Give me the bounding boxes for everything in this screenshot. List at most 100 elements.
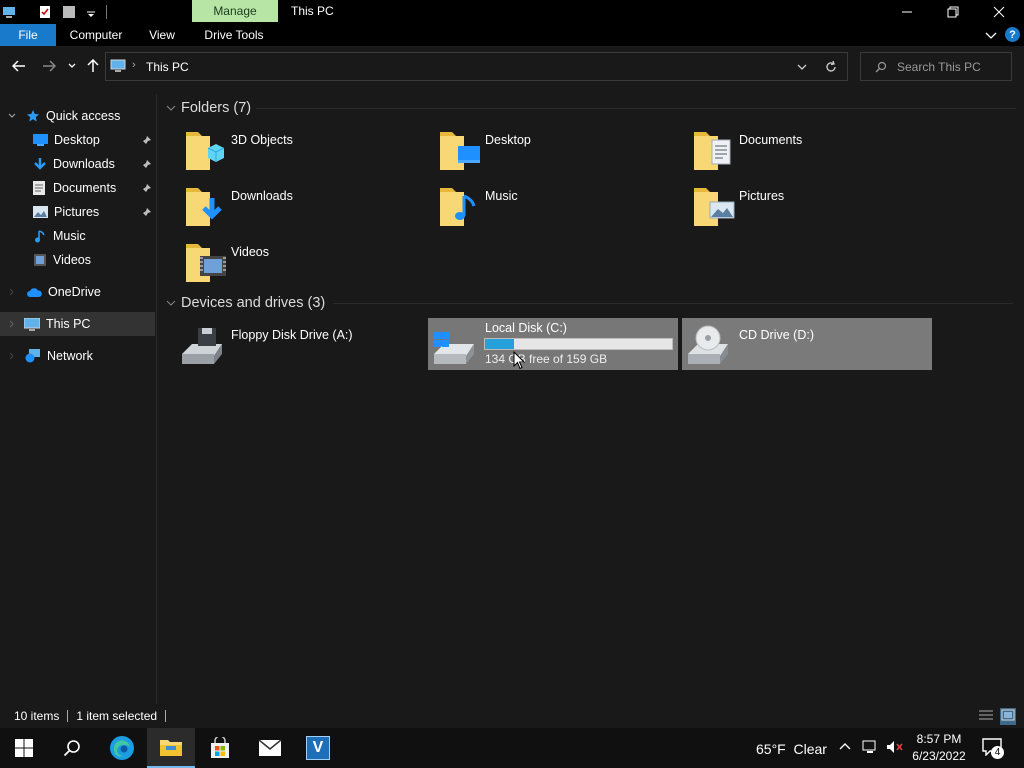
folder-label: Desktop xyxy=(485,133,531,147)
app-v-button[interactable]: V xyxy=(294,728,342,768)
drive-local-c[interactable]: Local Disk (C:) 134 GB free of 159 GB xyxy=(428,318,678,370)
sidebar-item-music[interactable]: Music xyxy=(0,224,155,248)
sidebar-item-documents[interactable]: Documents xyxy=(0,176,155,200)
sidebar-item-quick-access[interactable]: Quick access xyxy=(0,104,155,128)
mail-button[interactable] xyxy=(246,728,294,768)
minimize-button[interactable] xyxy=(884,0,930,24)
up-button[interactable] xyxy=(83,56,103,76)
clock[interactable]: 8:57 PM 6/23/2022 xyxy=(912,731,966,765)
chevron-right-icon xyxy=(9,288,14,296)
drive-floppy-a[interactable]: Floppy Disk Drive (A:) xyxy=(176,320,416,370)
restore-button[interactable] xyxy=(930,0,976,24)
start-button[interactable] xyxy=(0,728,48,768)
details-view-button[interactable] xyxy=(978,709,994,724)
back-button[interactable] xyxy=(9,56,29,76)
pin-icon xyxy=(143,208,151,216)
help-button[interactable]: ? xyxy=(1005,27,1020,42)
toolbar-divider xyxy=(106,5,107,19)
sidebar-item-desktop[interactable]: Desktop xyxy=(0,128,155,152)
drives-section-header[interactable]: Devices and drives (3) xyxy=(166,295,325,311)
app-v-icon: V xyxy=(306,736,330,760)
folder-pictures-icon xyxy=(694,188,735,226)
folder-3d-objects[interactable]: 3D Objects xyxy=(182,126,412,176)
customize-dropdown-icon[interactable] xyxy=(84,5,98,19)
windows-logo-icon xyxy=(15,739,33,757)
pin-icon xyxy=(143,136,151,144)
refresh-icon xyxy=(826,60,836,72)
mail-icon xyxy=(258,739,282,756)
tab-manage[interactable]: Manage xyxy=(192,0,278,22)
show-hidden-icons-button[interactable] xyxy=(838,739,852,756)
store-button[interactable] xyxy=(196,728,244,768)
tab-computer[interactable]: Computer xyxy=(62,24,130,46)
drive-cd-d[interactable]: CD Drive (D:) xyxy=(682,318,932,370)
network-tray-button[interactable] xyxy=(862,740,880,757)
search-taskbar-button[interactable] xyxy=(48,728,96,768)
sidebar-item-network[interactable]: Network xyxy=(0,344,155,368)
properties-icon[interactable] xyxy=(38,5,52,19)
new-folder-icon[interactable] xyxy=(62,5,76,19)
folder-3d-objects-icon xyxy=(186,132,225,170)
chevron-down-icon xyxy=(166,105,176,111)
restore-icon xyxy=(947,6,959,18)
chevron-down-icon xyxy=(985,32,997,39)
folder-music[interactable]: Music xyxy=(436,182,666,232)
folder-documents[interactable]: Documents xyxy=(690,126,920,176)
sidebar-item-downloads[interactable]: Downloads xyxy=(0,152,155,176)
arrow-left-icon xyxy=(12,60,25,72)
quick-access-toolbar xyxy=(0,0,107,24)
weather-widget[interactable]: 65°F Clear xyxy=(756,741,827,757)
arrow-up-icon xyxy=(87,59,99,72)
volume-button[interactable] xyxy=(886,740,904,757)
chevron-down-icon xyxy=(8,113,16,118)
sidebar-item-this-pc[interactable]: This PC xyxy=(0,312,155,336)
folder-downloads-icon xyxy=(186,188,222,226)
close-button[interactable] xyxy=(976,0,1022,24)
edge-button[interactable] xyxy=(98,728,146,768)
folder-videos[interactable]: Videos xyxy=(182,238,412,288)
chevron-right-icon xyxy=(9,352,14,360)
close-icon xyxy=(993,6,1005,18)
file-explorer-button[interactable] xyxy=(147,728,195,768)
address-dropdown-button[interactable] xyxy=(796,61,808,76)
folder-label: 3D Objects xyxy=(231,133,293,147)
refresh-button[interactable] xyxy=(824,60,838,77)
tab-view[interactable]: View xyxy=(140,24,184,46)
folder-music-icon xyxy=(440,188,476,226)
clock-date: 6/23/2022 xyxy=(912,749,966,763)
drive-label: Local Disk (C:) xyxy=(485,321,567,335)
folder-pictures[interactable]: Pictures xyxy=(690,182,920,232)
folder-desktop[interactable]: Desktop xyxy=(436,126,666,176)
cd-drive-icon xyxy=(688,325,728,364)
arrow-right-icon xyxy=(43,60,56,72)
tab-drive-tools[interactable]: Drive Tools xyxy=(196,24,272,46)
computer-icon[interactable] xyxy=(2,5,16,19)
recent-locations-button[interactable] xyxy=(62,56,82,76)
breadcrumb-this-pc[interactable]: This PC xyxy=(146,60,189,74)
chevron-up-icon xyxy=(839,743,851,750)
network-status-icon xyxy=(862,740,876,753)
search-input[interactable]: Search This PC xyxy=(897,60,981,74)
chevron-right-icon xyxy=(9,320,14,328)
tab-file[interactable]: File xyxy=(0,24,56,46)
music-icon xyxy=(35,230,45,243)
action-center-button[interactable]: 4 xyxy=(982,738,1004,759)
drive-label: Floppy Disk Drive (A:) xyxy=(231,328,353,342)
folders-section-header[interactable]: Folders (7) xyxy=(166,100,251,116)
sidebar-item-pictures[interactable]: Pictures xyxy=(0,200,155,224)
minimize-icon xyxy=(902,11,912,13)
clock-time: 8:57 PM xyxy=(916,732,962,746)
address-bar[interactable]: › This PC xyxy=(105,52,848,81)
sidebar-item-label: Network xyxy=(47,349,93,363)
sidebar-item-onedrive[interactable]: OneDrive xyxy=(0,280,155,304)
sidebar-item-videos[interactable]: Videos xyxy=(0,248,155,272)
star-icon xyxy=(27,110,39,122)
search-box[interactable]: Search This PC xyxy=(860,52,1012,81)
forward-button[interactable] xyxy=(39,56,59,76)
search-icon xyxy=(875,61,887,72)
drive-usage-fill xyxy=(485,339,515,349)
large-icons-view-button[interactable] xyxy=(1000,708,1016,725)
expand-ribbon-button[interactable] xyxy=(984,28,998,42)
folder-downloads[interactable]: Downloads xyxy=(182,182,412,232)
sidebar-item-label: Documents xyxy=(53,181,117,195)
